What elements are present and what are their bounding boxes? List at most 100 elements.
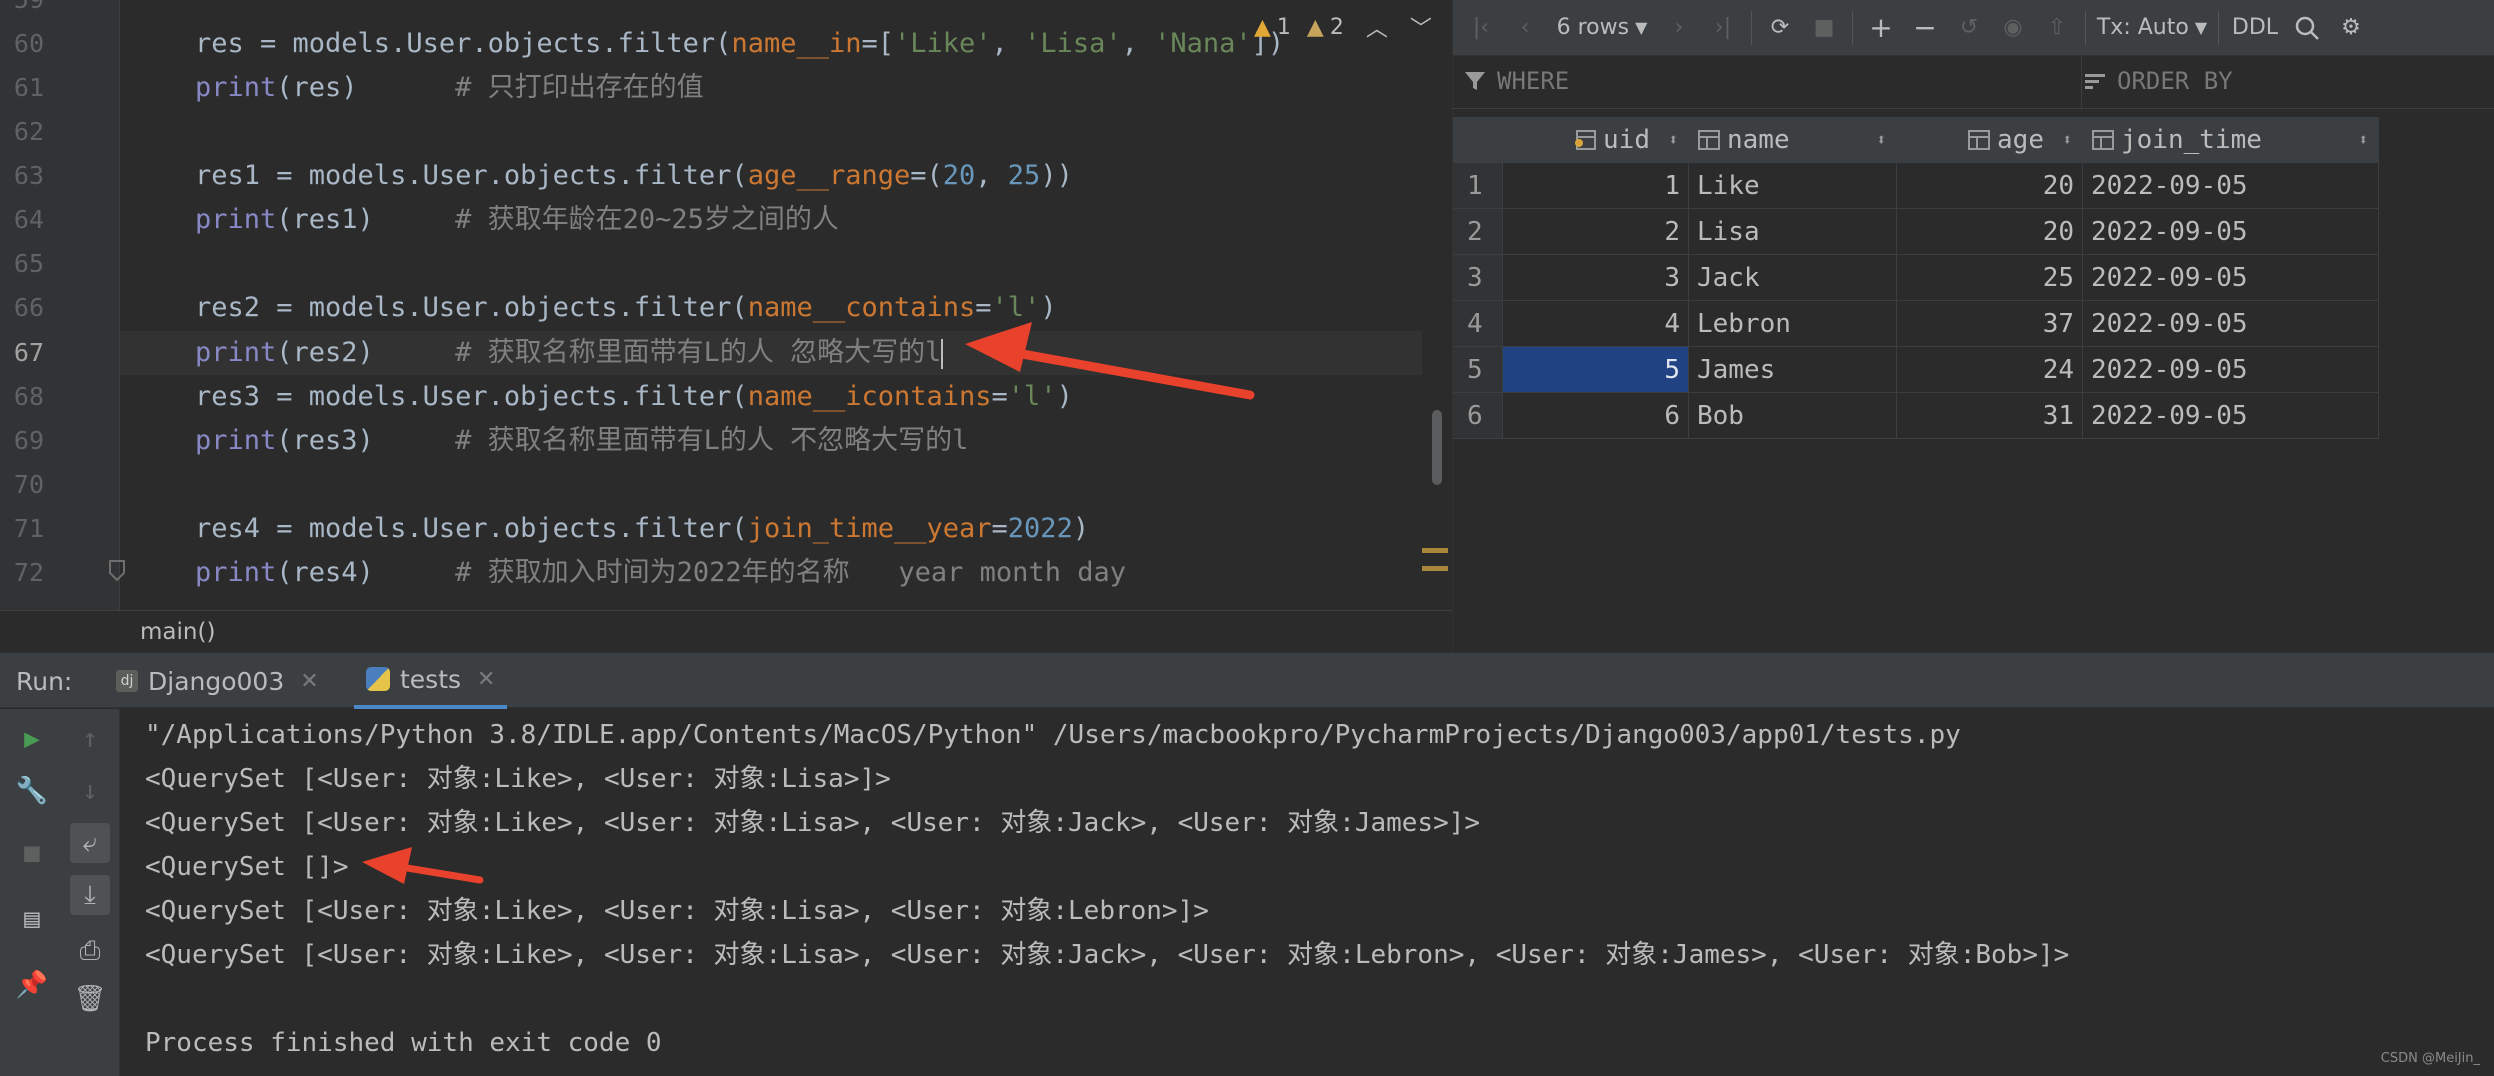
column-header-join-time[interactable]: join_time ⬍ xyxy=(2083,117,2379,163)
line-number: 68 xyxy=(13,382,44,411)
row-number[interactable]: 2 xyxy=(1453,209,1503,255)
preview-pending-icon[interactable]: ◉ xyxy=(1991,8,2035,48)
row-number[interactable]: 1 xyxy=(1453,163,1503,209)
search-icon[interactable] xyxy=(2285,8,2329,48)
code-line-67[interactable]: print(res2) # 获取名称里面带有L的人 忽略大写的l xyxy=(195,331,944,375)
cell-age[interactable]: 37 xyxy=(1897,301,2083,347)
pin-icon[interactable]: 📌 xyxy=(12,965,52,1005)
editor-scrollbar-thumb[interactable] xyxy=(1432,410,1442,485)
cell-uid[interactable]: 6 xyxy=(1503,393,1689,439)
cell-age[interactable]: 25 xyxy=(1897,255,2083,301)
cell-uid[interactable]: 4 xyxy=(1503,301,1689,347)
cell-age[interactable]: 24 xyxy=(1897,347,2083,393)
print-icon[interactable]: ⎙ xyxy=(70,931,110,971)
first-page-icon[interactable]: |‹ xyxy=(1459,8,1503,48)
cell-join-time[interactable]: 2022-09-05 xyxy=(2083,347,2379,393)
stop-icon[interactable]: ■ xyxy=(12,833,52,873)
refresh-icon[interactable]: ⟳ xyxy=(1758,8,1802,48)
stop-icon[interactable]: ■ xyxy=(1802,8,1846,48)
wrench-icon[interactable]: 🔧 xyxy=(12,771,52,811)
cell-join-time[interactable]: 2022-09-05 xyxy=(2083,163,2379,209)
rerun-icon[interactable]: ▶ xyxy=(12,719,52,759)
code-line-60[interactable]: res = models.User.objects.filter(name__i… xyxy=(195,22,1284,66)
code-line-66[interactable]: res2 = models.User.objects.filter(name__… xyxy=(195,286,1057,330)
prev-problem-icon[interactable]: ︿ xyxy=(1366,11,1388,43)
toolbar-separator xyxy=(2085,10,2086,45)
code-line-64[interactable]: print(res1) # 获取年龄在20~25岁之间的人 xyxy=(195,198,839,242)
warning-stripe[interactable] xyxy=(1422,566,1448,571)
down-arrow-icon[interactable]: ↓ xyxy=(70,771,110,811)
tab-label: Django003 xyxy=(148,666,285,696)
column-header-name[interactable]: name ⬍ xyxy=(1689,117,1897,163)
soft-wrap-icon[interactable]: ⤶ xyxy=(70,823,110,863)
up-arrow-icon[interactable]: ↑ xyxy=(70,719,110,759)
prev-page-icon[interactable]: ‹ xyxy=(1503,8,1547,48)
cell-join-time[interactable]: 2022-09-05 xyxy=(2083,393,2379,439)
tab-django003[interactable]: dj Django003 ✕ xyxy=(104,653,331,709)
trash-icon[interactable]: 🗑 xyxy=(70,979,110,1019)
settings-gear-icon[interactable]: ⚙ xyxy=(2329,8,2373,48)
code-line-68[interactable]: res3 = models.User.objects.filter(name__… xyxy=(195,375,1073,419)
code-editor[interactable]: 59 60 61 62 63 64 65 66 67 68 69 70 71 7… xyxy=(0,0,1452,610)
close-icon[interactable]: ✕ xyxy=(477,667,495,692)
row-number[interactable]: 6 xyxy=(1453,393,1503,439)
cell-name[interactable]: Lebron xyxy=(1689,301,1897,347)
code-line-69[interactable]: print(res3) # 获取名称里面带有L的人 不忽略大写的l xyxy=(195,419,968,463)
cell-name[interactable]: Lisa xyxy=(1689,209,1897,255)
layout-icon[interactable]: ▤ xyxy=(12,899,52,939)
row-number[interactable]: 5 xyxy=(1453,347,1503,393)
cell-uid[interactable]: 3 xyxy=(1503,255,1689,301)
where-placeholder: WHERE xyxy=(1497,67,1570,95)
scroll-to-end-icon[interactable]: ⤓ xyxy=(70,875,110,915)
inspection-widget[interactable]: ▲ 1 ▲ 2 ︿ ﹀ xyxy=(1254,10,1432,44)
sort-toggle-icon[interactable]: ⬍ xyxy=(2062,117,2072,162)
code-line-72[interactable]: print(res4) # 获取加入时间为2022年的名称 year month… xyxy=(195,551,1126,595)
tab-tests[interactable]: tests ✕ xyxy=(354,653,508,709)
row-number[interactable]: 3 xyxy=(1453,255,1503,301)
delete-row-icon[interactable]: − xyxy=(1903,8,1947,48)
last-page-icon[interactable]: ›| xyxy=(1701,8,1745,48)
cell-age[interactable]: 31 xyxy=(1897,393,2083,439)
cell-join-time[interactable]: 2022-09-05 xyxy=(2083,301,2379,347)
grid-corner[interactable] xyxy=(1453,117,1503,163)
cell-uid[interactable]: 5 xyxy=(1503,347,1689,393)
ddl-button[interactable]: DDL xyxy=(2225,8,2285,48)
fold-marker-icon[interactable] xyxy=(108,559,126,583)
order-by-filter[interactable]: ORDER BY xyxy=(2083,67,2233,95)
cell-join-time[interactable]: 2022-09-05 xyxy=(2083,209,2379,255)
run-tool-window-header: Run: dj Django003 ✕ tests ✕ xyxy=(0,652,2494,709)
primary-key-column-icon xyxy=(1573,125,1603,155)
cell-age[interactable]: 20 xyxy=(1897,163,2083,209)
column-header-age[interactable]: age ⬍ xyxy=(1897,117,2083,163)
cell-name[interactable]: Jack xyxy=(1689,255,1897,301)
cell-age[interactable]: 20 xyxy=(1897,209,2083,255)
next-problem-icon[interactable]: ﹀ xyxy=(1410,11,1432,43)
cell-uid[interactable]: 1 xyxy=(1503,163,1689,209)
cell-name[interactable]: James xyxy=(1689,347,1897,393)
code-line-71[interactable]: res4 = models.User.objects.filter(join_t… xyxy=(195,507,1089,551)
tx-mode-selector[interactable]: Tx: Auto ▼ xyxy=(2092,8,2212,48)
sort-toggle-icon[interactable]: ⬍ xyxy=(1668,117,1678,162)
line-number: 63 xyxy=(13,161,44,190)
sort-toggle-icon[interactable]: ⬍ xyxy=(2358,117,2368,162)
cell-name[interactable]: Like xyxy=(1689,163,1897,209)
where-filter[interactable]: WHERE xyxy=(1463,67,1569,95)
next-page-icon[interactable]: › xyxy=(1657,8,1701,48)
add-row-icon[interactable]: + xyxy=(1859,8,1903,48)
code-line-61[interactable]: print(res) # 只打印出存在的值 xyxy=(195,66,704,110)
cell-join-time[interactable]: 2022-09-05 xyxy=(2083,255,2379,301)
revert-icon[interactable]: ↺ xyxy=(1947,8,1991,48)
column-header-uid[interactable]: uid ⬍ xyxy=(1503,117,1689,163)
sort-toggle-icon[interactable]: ⬍ xyxy=(1876,117,1886,162)
cell-uid[interactable]: 2 xyxy=(1503,209,1689,255)
column-label: name xyxy=(1727,125,1790,155)
warning-stripe[interactable] xyxy=(1422,548,1448,553)
submit-icon[interactable]: ⇧ xyxy=(2035,8,2079,48)
rows-selector[interactable]: 6 rows ▼ xyxy=(1547,8,1657,48)
close-icon[interactable]: ✕ xyxy=(300,669,318,694)
row-number[interactable]: 4 xyxy=(1453,301,1503,347)
console-output[interactable]: "/Applications/Python 3.8/IDLE.app/Conte… xyxy=(121,709,2494,1076)
cell-name[interactable]: Bob xyxy=(1689,393,1897,439)
code-line-63[interactable]: res1 = models.User.objects.filter(age__r… xyxy=(195,154,1073,198)
breadcrumb-item[interactable]: main() xyxy=(140,619,215,645)
